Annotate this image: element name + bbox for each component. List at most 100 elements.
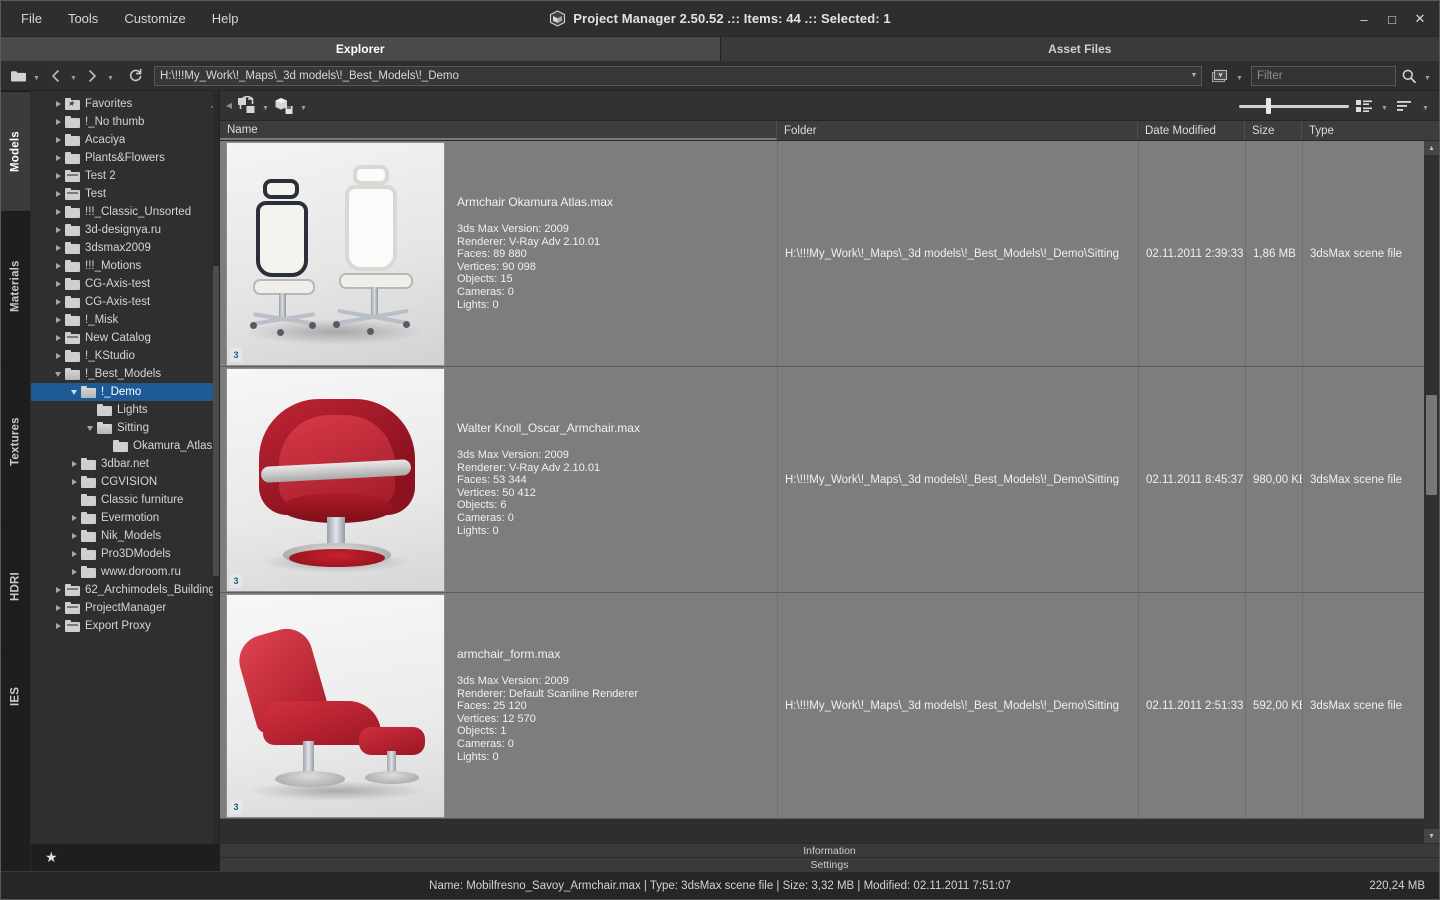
asset-thumbnail[interactable]: 3: [226, 368, 445, 592]
convert-dropdown-caret[interactable]: ▼: [260, 95, 271, 117]
view-dropdown-caret[interactable]: ▼: [1379, 95, 1390, 117]
expand-right-icon[interactable]: [51, 329, 65, 347]
tab-asset-files[interactable]: Asset Files: [721, 37, 1440, 61]
asset-thumbnail[interactable]: 3: [226, 594, 445, 818]
table-row[interactable]: 3Armchair Okamura Atlas.max3ds Max Versi…: [220, 141, 1424, 367]
sort-icon[interactable]: [1394, 95, 1416, 117]
rail-tab-models[interactable]: Models: [1, 91, 30, 211]
tree-node[interactable]: Evermotion: [31, 509, 219, 527]
views-dropdown-caret[interactable]: ▼: [1234, 65, 1245, 87]
expand-right-icon[interactable]: [51, 239, 65, 257]
tree-node[interactable]: Acaciya: [31, 131, 219, 149]
expand-right-icon[interactable]: [67, 509, 81, 527]
rail-tab-hdri[interactable]: HDRI: [1, 521, 30, 651]
expand-right-icon[interactable]: [51, 347, 65, 365]
tree-node[interactable]: !!!_Motions: [31, 257, 219, 275]
expand-down-icon[interactable]: [67, 383, 81, 401]
expand-right-icon[interactable]: [51, 617, 65, 635]
expand-right-icon[interactable]: [67, 545, 81, 563]
back-dropdown-caret[interactable]: ▼: [68, 65, 79, 87]
expand-right-icon[interactable]: [51, 203, 65, 221]
expand-right-icon[interactable]: [51, 257, 65, 275]
tree-node[interactable]: !!!_Classic_Unsorted: [31, 203, 219, 221]
tree-node[interactable]: 3d-designya.ru: [31, 221, 219, 239]
filter-input[interactable]: [1251, 66, 1396, 86]
tree-node[interactable]: Test: [31, 185, 219, 203]
expand-right-icon[interactable]: [51, 167, 65, 185]
tree-node[interactable]: New Catalog: [31, 329, 219, 347]
expand-right-icon[interactable]: [51, 185, 65, 203]
tree-node[interactable]: !_KStudio: [31, 347, 219, 365]
scroll-down-arrow[interactable]: ▼: [1424, 829, 1439, 843]
expand-right-icon[interactable]: [51, 311, 65, 329]
expand-right-icon[interactable]: [67, 563, 81, 581]
tree-node[interactable]: CG-Axis-test: [31, 275, 219, 293]
tree-node[interactable]: Sitting: [31, 419, 219, 437]
folder-dropdown-caret[interactable]: ▼: [31, 65, 42, 87]
expand-right-icon[interactable]: [51, 293, 65, 311]
slider-handle[interactable]: [1266, 98, 1271, 114]
tree-node[interactable]: 3dbar.net: [31, 455, 219, 473]
tree-node[interactable]: Plants&Flowers: [31, 149, 219, 167]
tree-node[interactable]: CGVISION: [31, 473, 219, 491]
expand-down-icon[interactable]: [51, 365, 65, 383]
path-input[interactable]: H:\!!!My_Work\!_Maps\_3d models\!_Best_M…: [154, 66, 1202, 86]
folder-open-icon[interactable]: [7, 65, 29, 87]
scrollbar-track[interactable]: [1424, 155, 1439, 829]
refresh-icon[interactable]: [124, 65, 146, 87]
tree-node[interactable]: Test 2: [31, 167, 219, 185]
view-detail-icon[interactable]: [1353, 95, 1375, 117]
tree-node[interactable]: !_No thumb: [31, 113, 219, 131]
scroll-up-arrow[interactable]: ▲: [1424, 141, 1439, 155]
menu-item-customize[interactable]: Customize: [112, 6, 197, 31]
tab-explorer[interactable]: Explorer: [1, 37, 721, 61]
tree-scrollbar[interactable]: [213, 91, 219, 843]
forward-arrow-icon[interactable]: [81, 65, 103, 87]
tree-node[interactable]: 3dsmax2009: [31, 239, 219, 257]
list-scrollbar[interactable]: ▲ ▼: [1424, 141, 1439, 843]
filter-field[interactable]: [1252, 70, 1395, 82]
minimize-button[interactable]: –: [1351, 6, 1377, 32]
expand-right-icon[interactable]: [51, 581, 65, 599]
column-header-size[interactable]: Size: [1245, 121, 1302, 140]
column-header-folder[interactable]: Folder: [777, 121, 1138, 140]
merge-object-icon[interactable]: [272, 95, 297, 117]
content-collapse-left-icon[interactable]: ◀: [224, 101, 234, 110]
forward-dropdown-caret[interactable]: ▼: [105, 65, 116, 87]
expand-right-icon[interactable]: [67, 455, 81, 473]
table-row[interactable]: 3Walter Knoll_Oscar_Armchair.max3ds Max …: [220, 367, 1424, 593]
scrollbar-thumb[interactable]: [1426, 395, 1437, 495]
star-icon[interactable]: ★: [45, 849, 58, 866]
search-icon[interactable]: [1398, 65, 1420, 87]
expand-right-icon[interactable]: [67, 473, 81, 491]
folder-tree[interactable]: Favorites!_No thumbAcaciyaPlants&Flowers…: [31, 91, 219, 843]
tree-node[interactable]: CG-Axis-test: [31, 293, 219, 311]
asset-thumbnail[interactable]: 3: [226, 142, 445, 366]
chevron-down-icon[interactable]: ▼: [1187, 67, 1201, 85]
expand-right-icon[interactable]: [51, 95, 65, 113]
tree-node[interactable]: !_Best_Models: [31, 365, 219, 383]
tree-node[interactable]: Export Proxy: [31, 617, 219, 635]
menu-item-file[interactable]: File: [9, 6, 54, 31]
close-button[interactable]: ✕: [1407, 6, 1433, 32]
rail-tab-ies[interactable]: IES: [1, 651, 30, 741]
menu-item-help[interactable]: Help: [200, 6, 251, 31]
tree-node[interactable]: www.doroom.ru: [31, 563, 219, 581]
tree-node[interactable]: Favorites: [31, 95, 219, 113]
tree-node[interactable]: 62_Archimodels_Building: [31, 581, 219, 599]
maximize-button[interactable]: □: [1379, 6, 1405, 32]
tree-node[interactable]: ProjectManager: [31, 599, 219, 617]
sort-dropdown-caret[interactable]: ▼: [1420, 95, 1431, 117]
column-header-date[interactable]: Date Modified: [1138, 121, 1245, 140]
expand-right-icon[interactable]: [51, 149, 65, 167]
tree-node[interactable]: Okamura_Atlas: [31, 437, 219, 455]
tree-node[interactable]: Classic furniture: [31, 491, 219, 509]
merge-dropdown-caret[interactable]: ▼: [298, 95, 309, 117]
expand-right-icon[interactable]: [51, 221, 65, 239]
panel-settings[interactable]: Settings: [220, 857, 1439, 871]
tree-scrollbar-thumb[interactable]: [213, 266, 219, 576]
back-arrow-icon[interactable]: [44, 65, 66, 87]
tree-node[interactable]: !_Misk: [31, 311, 219, 329]
panel-information[interactable]: Information: [220, 843, 1439, 857]
expand-right-icon[interactable]: [67, 527, 81, 545]
